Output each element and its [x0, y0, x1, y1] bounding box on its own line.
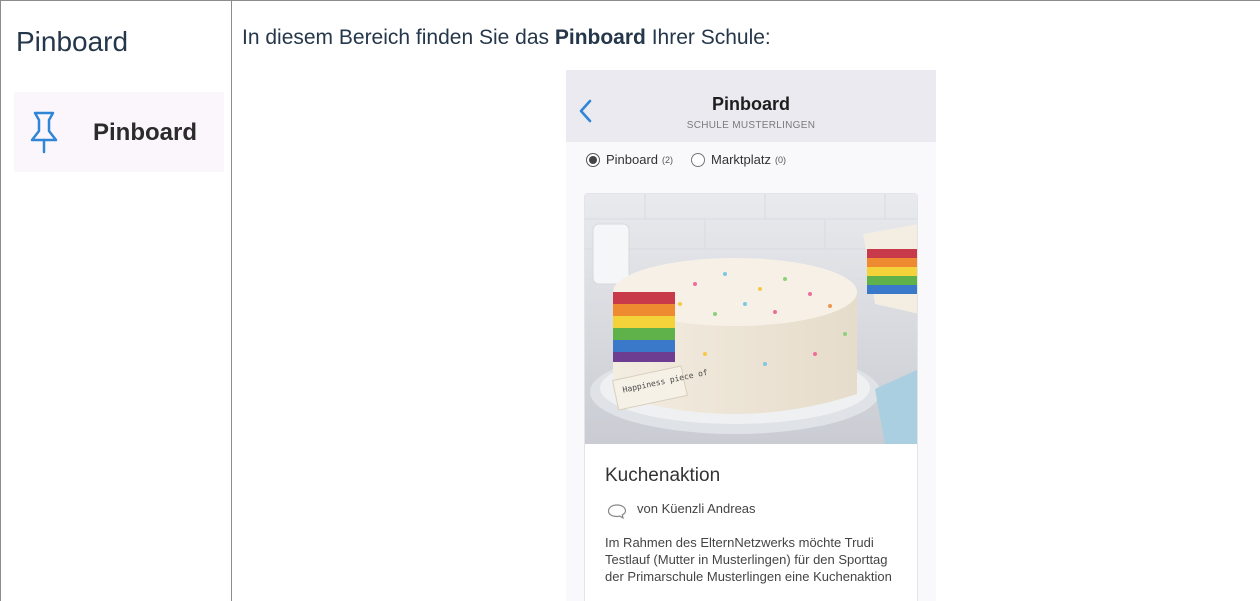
tab-pinboard[interactable]: Pinboard (2)	[586, 152, 673, 167]
tab-selector: Pinboard (2) Marktplatz (0)	[586, 152, 804, 167]
app-header: Pinboard SCHULE MUSTERLINGEN	[566, 70, 936, 142]
sidebar-item-label: Pinboard	[93, 119, 198, 146]
radio-selected[interactable]	[586, 152, 600, 167]
post-author: von Küenzli Andreas	[637, 501, 756, 516]
phone-screenshot: Pinboard SCHULE MUSTERLINGEN Pinboard (2…	[566, 70, 936, 601]
radio-unselected[interactable]	[691, 152, 706, 167]
tab-marktplatz[interactable]: Marktplatz (0)	[691, 152, 786, 167]
column-divider	[231, 0, 232, 601]
post-title: Kuchenaktion	[605, 465, 721, 486]
section-title: Pinboard	[16, 26, 129, 57]
post-body: Im Rahmen des ElternNetzwerks möchte Tru…	[605, 535, 892, 584]
pin-icon	[30, 111, 58, 154]
intro-bold: Pinboard	[554, 26, 646, 49]
app-subtitle: SCHULE MUSTERLINGEN	[686, 120, 816, 131]
rainbow-cake-photo: Happiness piece of	[585, 194, 917, 444]
post-card[interactable]: Happiness piece of Kuchenaktion von Küen…	[584, 193, 918, 601]
comment-icon	[607, 504, 627, 519]
sidebar-item-pinboard[interactable]: Pinboard	[14, 92, 224, 172]
app-title: Pinboard	[711, 94, 790, 114]
intro-text: In diesem Bereich finden Sie das Pinboar…	[242, 26, 771, 49]
